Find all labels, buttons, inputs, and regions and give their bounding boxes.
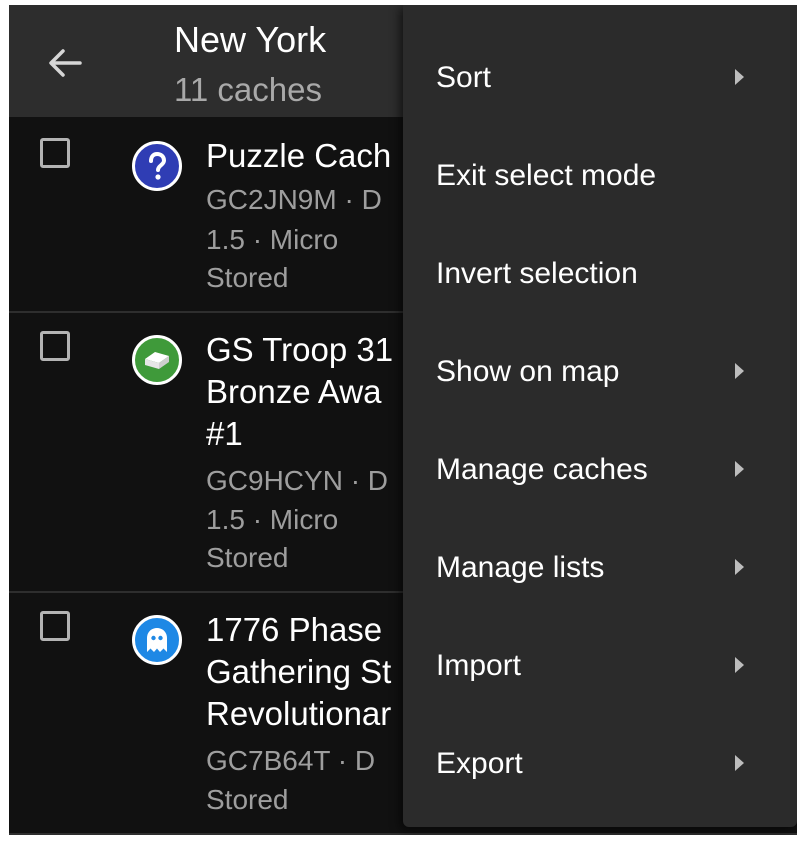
cache-name-line-3: #1 (206, 415, 243, 452)
cache-name-line-2: Gathering St (206, 653, 392, 690)
traditional-box-icon (132, 335, 182, 385)
menu-item-label: Exit select mode (436, 159, 657, 192)
page-title: New York (174, 19, 327, 60)
cache-status: Stored (206, 262, 289, 293)
menu-item-label: Invert selection (436, 257, 638, 290)
cache-code-difficulty: GC7B64T · D (206, 745, 376, 776)
select-checkbox[interactable] (40, 138, 70, 168)
submenu-arrow-icon (735, 363, 744, 379)
submenu-arrow-icon (735, 559, 744, 575)
menu-item-label: Import (436, 649, 522, 682)
menu-item-export[interactable]: Export (403, 715, 797, 813)
menu-item-sort[interactable]: Sort (403, 29, 797, 127)
cache-status: Stored (206, 542, 289, 573)
cache-code-difficulty: GC2JN9M · D (206, 184, 382, 215)
submenu-arrow-icon (735, 657, 744, 673)
cache-terrain-size: 1.5 · Micro (206, 504, 339, 535)
menu-item-manage-lists[interactable]: Manage lists (403, 519, 797, 617)
cache-code-difficulty: GC9HCYN · D (206, 465, 389, 496)
cache-status: Stored (206, 784, 289, 815)
submenu-arrow-icon (735, 755, 744, 771)
menu-item-exit-select-mode[interactable]: Exit select mode (403, 127, 797, 225)
cache-terrain-size: 1.5 · Micro (206, 224, 339, 255)
submenu-arrow-icon (735, 461, 744, 477)
back-button[interactable] (43, 41, 87, 85)
ghost-icon (132, 615, 182, 665)
cache-count: 11 caches (174, 71, 322, 108)
menu-item-label: Show on map (436, 355, 620, 388)
menu-item-manage-caches[interactable]: Manage caches (403, 421, 797, 519)
menu-item-invert-selection[interactable]: Invert selection (403, 225, 797, 323)
app-screen: New York 11 caches Puzzle Cach GC2JN9M ·… (9, 5, 797, 835)
select-checkbox[interactable] (40, 611, 70, 641)
overflow-menu: Sort Exit select mode Invert selection S… (403, 5, 797, 827)
cache-name-line-1: GS Troop 31 (206, 331, 394, 368)
question-mark-icon (132, 141, 182, 191)
menu-item-label: Manage lists (436, 551, 605, 584)
menu-item-label: Export (436, 747, 523, 780)
cache-name-line-1: 1776 Phase (206, 611, 383, 648)
menu-item-label: Manage caches (436, 453, 648, 486)
cache-name-line-2: Bronze Awa (206, 373, 382, 410)
cache-name: Puzzle Cach (206, 137, 392, 174)
select-checkbox[interactable] (40, 331, 70, 361)
cache-name-line-3: Revolutionar (206, 695, 392, 732)
menu-item-import[interactable]: Import (403, 617, 797, 715)
menu-item-label: Sort (436, 61, 492, 94)
submenu-arrow-icon (735, 69, 744, 85)
arrow-left-icon (49, 49, 82, 77)
menu-item-show-on-map[interactable]: Show on map (403, 323, 797, 421)
